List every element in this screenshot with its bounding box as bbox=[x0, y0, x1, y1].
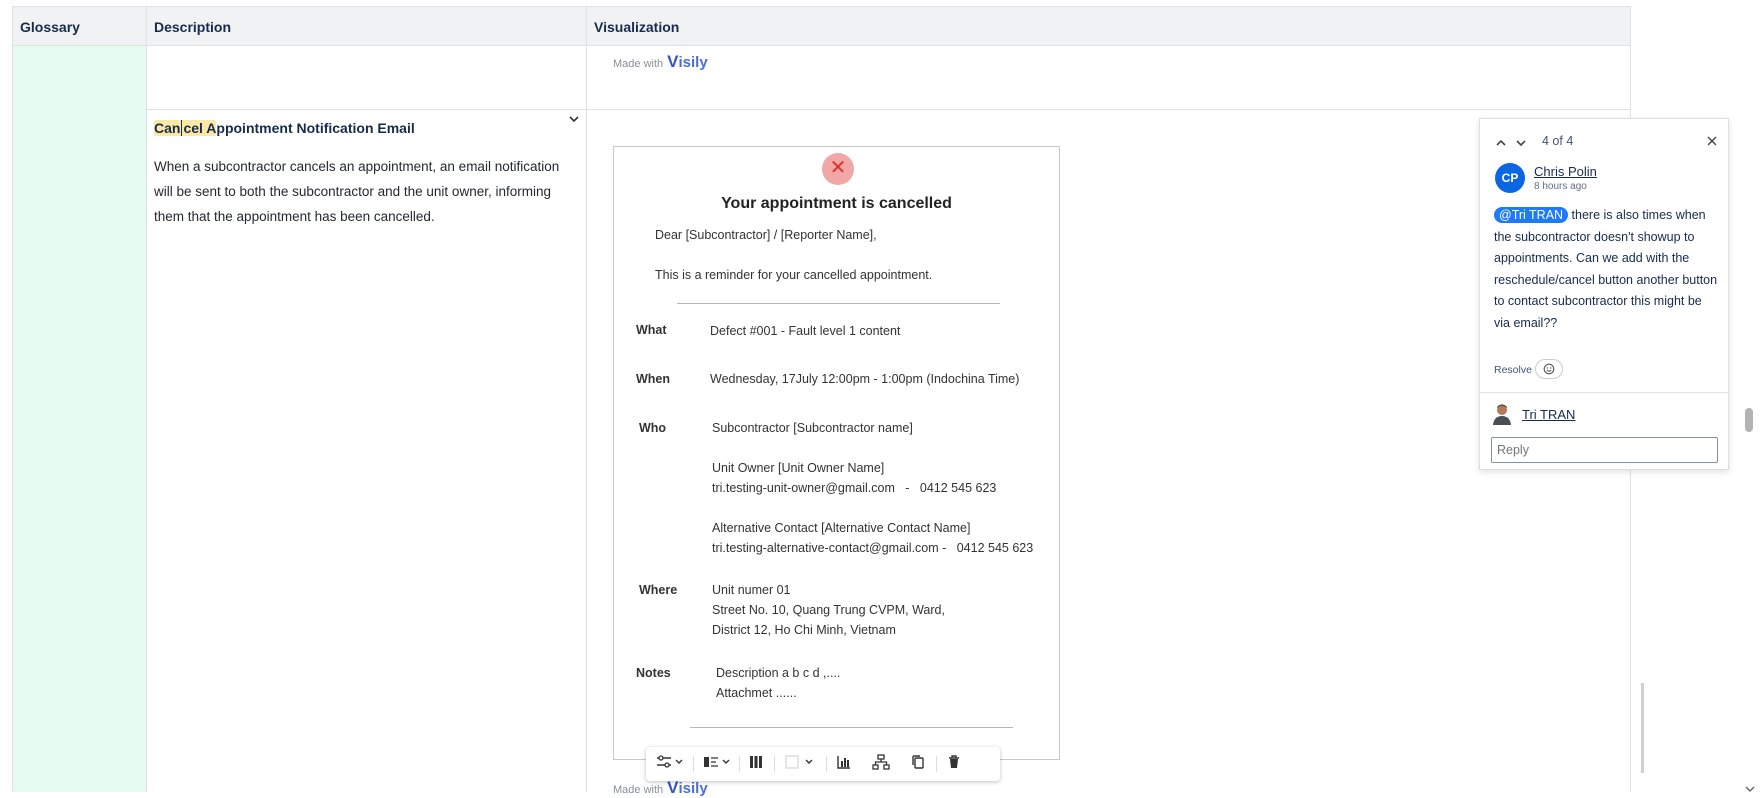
comment-panel: 4 of 4 CP Chris Polin 8 hours ago @Tri T… bbox=[1479, 118, 1729, 470]
comment-time: 8 hours ago bbox=[1534, 181, 1587, 192]
where-line1: Unit numer 01 bbox=[712, 583, 791, 597]
page-scrollbar[interactable] bbox=[1745, 408, 1753, 432]
who-alt-contact: tri.testing-alternative-contact@gmail.co… bbox=[712, 541, 1034, 555]
chart-icon[interactable] bbox=[832, 754, 856, 774]
divider bbox=[1480, 392, 1728, 393]
resolve-button[interactable]: Resolve bbox=[1494, 364, 1532, 376]
floating-toolbar bbox=[646, 747, 1000, 781]
reply-input[interactable] bbox=[1491, 437, 1718, 463]
who-label: Who bbox=[639, 421, 667, 435]
title-rest: ppointment Notification Email bbox=[216, 120, 415, 136]
separator bbox=[774, 756, 775, 772]
who-owner: Unit Owner [Unit Owner Name] bbox=[712, 461, 885, 475]
inner-scrollbar[interactable] bbox=[1641, 683, 1644, 773]
avatar[interactable] bbox=[1492, 403, 1512, 425]
reply-user[interactable]: Tri TRAN bbox=[1522, 407, 1575, 422]
who-alt: Alternative Contact [Alternative Contact… bbox=[712, 521, 971, 535]
row-description[interactable]: When a subcontractor cancels an appointm… bbox=[154, 154, 574, 229]
grid-line bbox=[12, 6, 13, 792]
comment-counter: 4 of 4 bbox=[1542, 134, 1574, 148]
made-with-visily-top: Made with Visily bbox=[613, 52, 708, 72]
chevron-down-icon[interactable] bbox=[1745, 780, 1755, 798]
close-icon[interactable] bbox=[1706, 134, 1718, 152]
separator bbox=[739, 756, 740, 772]
chevron-up-icon[interactable] bbox=[1495, 135, 1507, 153]
where-line3: District 12, Ho Chi Minh, Vietnam bbox=[712, 623, 896, 637]
close-icon: ✕ bbox=[822, 153, 854, 185]
email-title: Your appointment is cancelled bbox=[721, 195, 952, 212]
email-intro: This is a reminder for your cancelled ap… bbox=[655, 268, 933, 282]
hierarchy-icon[interactable] bbox=[869, 754, 893, 774]
table-header: Glossary Description Visualization bbox=[12, 6, 1631, 46]
row-divider bbox=[146, 109, 1631, 110]
title-highlight: Can cel A bbox=[154, 120, 217, 136]
where-line2: Street No. 10, Quang Trung CVPM, Ward, bbox=[712, 603, 945, 617]
where-label: Where bbox=[639, 583, 678, 597]
separator bbox=[936, 756, 937, 772]
what-label: What bbox=[636, 323, 667, 337]
row-title[interactable]: Can cel Appointment Notification Email bbox=[154, 120, 415, 136]
grid-line bbox=[586, 6, 587, 792]
header-glossary[interactable]: Glossary bbox=[12, 7, 146, 46]
avatar[interactable]: CP bbox=[1495, 163, 1525, 193]
made-with-visily-bottom: Made with Visily bbox=[613, 778, 708, 798]
email-greeting: Dear [Subcontractor] / [Reporter Name], bbox=[655, 228, 877, 242]
mention-chip[interactable]: @Tri TRAN bbox=[1494, 207, 1569, 223]
visily-logo: Visily bbox=[667, 52, 708, 71]
made-with-label: Made with bbox=[613, 784, 664, 796]
comment-author[interactable]: Chris Polin bbox=[1534, 164, 1597, 179]
header-visualization[interactable]: Visualization bbox=[586, 7, 1586, 46]
columns-icon[interactable] bbox=[744, 754, 768, 774]
email-preview-card[interactable]: ✕ Your appointment is cancelled Dear [Su… bbox=[613, 146, 1060, 760]
divider bbox=[690, 727, 1013, 728]
visily-logo: Visily bbox=[667, 778, 708, 797]
align-icon[interactable] bbox=[702, 754, 734, 774]
separator bbox=[693, 756, 694, 772]
who-owner-contact: tri.testing-unit-owner@gmail.com - 0412 … bbox=[712, 481, 997, 495]
notes-line1: Description a b c d ,.... bbox=[716, 666, 841, 680]
glossary-cell[interactable] bbox=[12, 46, 146, 792]
when-value: Wednesday, 17July 12:00pm - 1:00pm (Indo… bbox=[710, 372, 1020, 386]
divider bbox=[677, 303, 1000, 304]
copy-icon[interactable] bbox=[906, 754, 930, 774]
color-icon[interactable] bbox=[780, 754, 820, 774]
when-label: When bbox=[636, 372, 671, 386]
emoji-icon[interactable] bbox=[1535, 359, 1563, 379]
header-description[interactable]: Description bbox=[146, 7, 586, 46]
notes-label: Notes bbox=[636, 666, 671, 680]
made-with-label: Made with bbox=[613, 58, 664, 70]
comment-body: @Tri TRAN there is also times when the s… bbox=[1494, 205, 1720, 334]
comment-text: there is also times when the subcontract… bbox=[1494, 208, 1718, 330]
what-value: Defect #001 - Fault level 1 content bbox=[710, 324, 901, 338]
notes-line2: Attachmet ...... bbox=[716, 686, 797, 700]
chevron-down-icon[interactable] bbox=[566, 114, 582, 128]
grid-line bbox=[146, 6, 147, 792]
sliders-icon[interactable] bbox=[654, 754, 688, 774]
separator bbox=[826, 756, 827, 772]
trash-icon[interactable] bbox=[942, 754, 966, 774]
chevron-down-icon[interactable] bbox=[1515, 135, 1527, 153]
who-subcontractor: Subcontractor [Subcontractor name] bbox=[712, 421, 913, 435]
